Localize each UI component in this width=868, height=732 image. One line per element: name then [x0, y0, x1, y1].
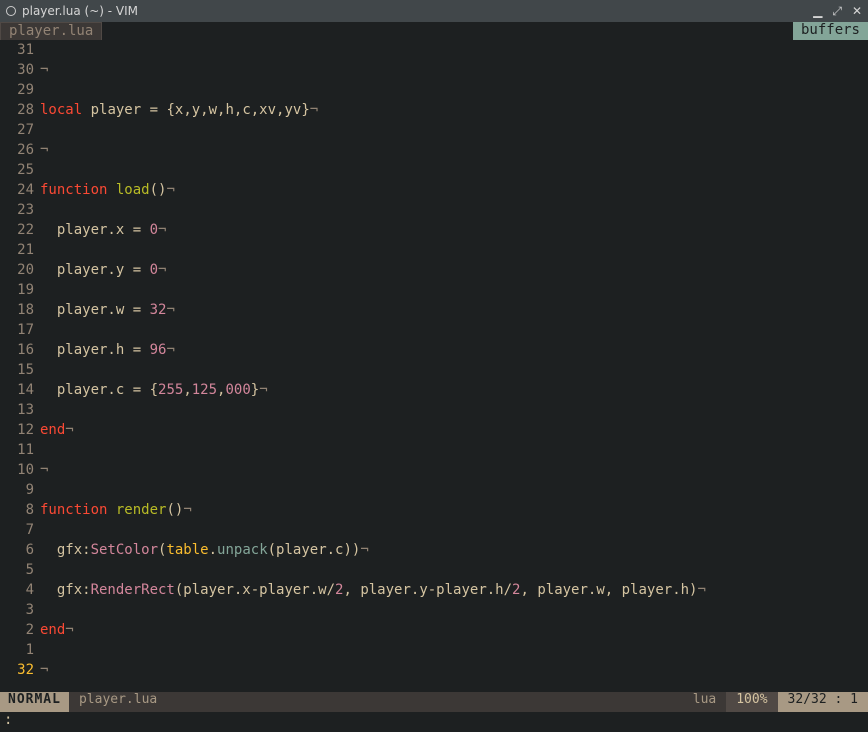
window-titlebar: player.lua (~) - VIM ▁ ⤢ ✕: [0, 0, 868, 22]
status-file: player.lua: [69, 692, 683, 712]
status-position: 32/32 : 1: [778, 692, 868, 712]
status-line: NORMAL player.lua lua 100% 32/32 : 1: [0, 692, 868, 712]
line-number-gutter: 31 30 29 28 27 26 25 24 23 22 21 20 19 1…: [0, 40, 40, 692]
status-mode: NORMAL: [0, 692, 69, 712]
status-percent: 100%: [726, 692, 777, 712]
app-icon: [6, 6, 16, 16]
editor[interactable]: 31 30 29 28 27 26 25 24 23 22 21 20 19 1…: [0, 40, 868, 692]
tabline: player.lua buffers: [0, 22, 868, 40]
tab-file[interactable]: player.lua: [0, 22, 102, 40]
window-title: player.lua (~) - VIM: [22, 4, 138, 18]
command-line[interactable]: :: [0, 712, 868, 732]
maximize-icon[interactable]: ⤢: [832, 4, 842, 19]
code-area[interactable]: ¬ local player = {x,y,w,h,c,xv,yv}¬ ¬ fu…: [40, 40, 868, 692]
close-icon[interactable]: ✕: [852, 4, 862, 18]
minimize-icon[interactable]: ▁: [813, 4, 822, 18]
status-filetype: lua: [683, 692, 726, 712]
tab-buffers[interactable]: buffers: [793, 22, 868, 40]
